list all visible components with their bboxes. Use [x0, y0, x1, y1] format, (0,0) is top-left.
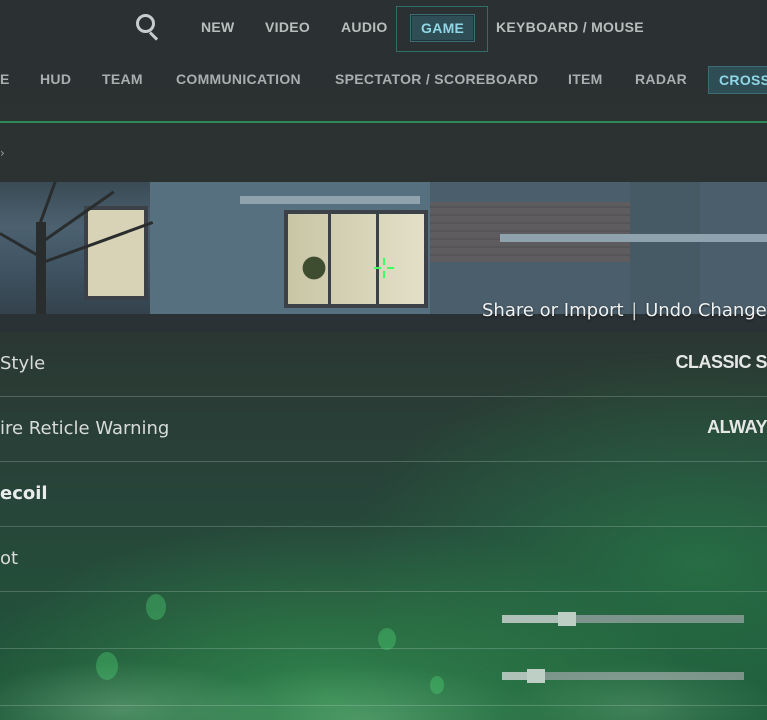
- particle: [378, 628, 396, 650]
- crosshair-icon: [374, 258, 394, 278]
- crosshair-preview: Share or Import | Undo Change: [0, 182, 767, 332]
- subtab-team[interactable]: TEAM: [102, 66, 143, 92]
- setting-section-recoil: ecoil: [0, 462, 767, 527]
- setting-row-dot[interactable]: ot: [0, 527, 767, 592]
- tab-audio[interactable]: AUDIO: [341, 14, 388, 40]
- subtab-hud[interactable]: HUD: [40, 66, 71, 92]
- header-divider: [0, 121, 767, 123]
- subtab-communication[interactable]: COMMUNICATION: [176, 66, 301, 92]
- setting-row-reticle-warning[interactable]: ire Reticle Warning ALWAY: [0, 397, 767, 462]
- scene-tree: [0, 182, 190, 332]
- subtab-item[interactable]: ITEM: [568, 66, 603, 92]
- setting-label: ire Reticle Warning: [0, 418, 170, 439]
- subtab-partial[interactable]: E: [0, 66, 10, 92]
- particle: [96, 652, 118, 680]
- particle: [146, 594, 166, 620]
- chevron-left-icon[interactable]: ›: [0, 146, 6, 160]
- search-icon[interactable]: [136, 14, 162, 41]
- separator: |: [631, 300, 638, 321]
- reticle-warning-dropdown[interactable]: ALWAY: [707, 417, 767, 438]
- scene-plant: [300, 252, 328, 292]
- scene-ledge: [500, 234, 767, 242]
- particle: [430, 676, 444, 694]
- tab-new[interactable]: NEW: [201, 14, 235, 40]
- setting-label: Style: [0, 353, 46, 374]
- top-nav: NEW VIDEO AUDIO GAME KEYBOARD / MOUSE: [0, 0, 767, 52]
- subtab-crosshair[interactable]: CROSS: [708, 66, 767, 94]
- share-import-link[interactable]: Share or Import: [482, 300, 624, 321]
- preview-actions: Share or Import | Undo Change: [482, 300, 767, 321]
- tab-keyboard-mouse[interactable]: KEYBOARD / MOUSE: [496, 14, 644, 40]
- section-heading: ecoil: [0, 483, 48, 504]
- tab-video[interactable]: VIDEO: [265, 14, 310, 40]
- style-dropdown[interactable]: CLASSIC S: [675, 352, 767, 373]
- scene-ledge: [240, 196, 420, 204]
- subtab-spectator-scoreboard[interactable]: SPECTATOR / SCOREBOARD: [335, 66, 538, 92]
- undo-change-link[interactable]: Undo Change: [645, 300, 767, 321]
- setting-label: ot: [0, 548, 19, 569]
- scene-brick: [430, 202, 650, 262]
- setting-row-style[interactable]: Style CLASSIC S: [0, 332, 767, 397]
- tab-game-outline: [396, 6, 488, 52]
- subtab-radar[interactable]: RADAR: [635, 66, 687, 92]
- sub-nav: E HUD TEAM COMMUNICATION SPECTATOR / SCO…: [0, 56, 767, 98]
